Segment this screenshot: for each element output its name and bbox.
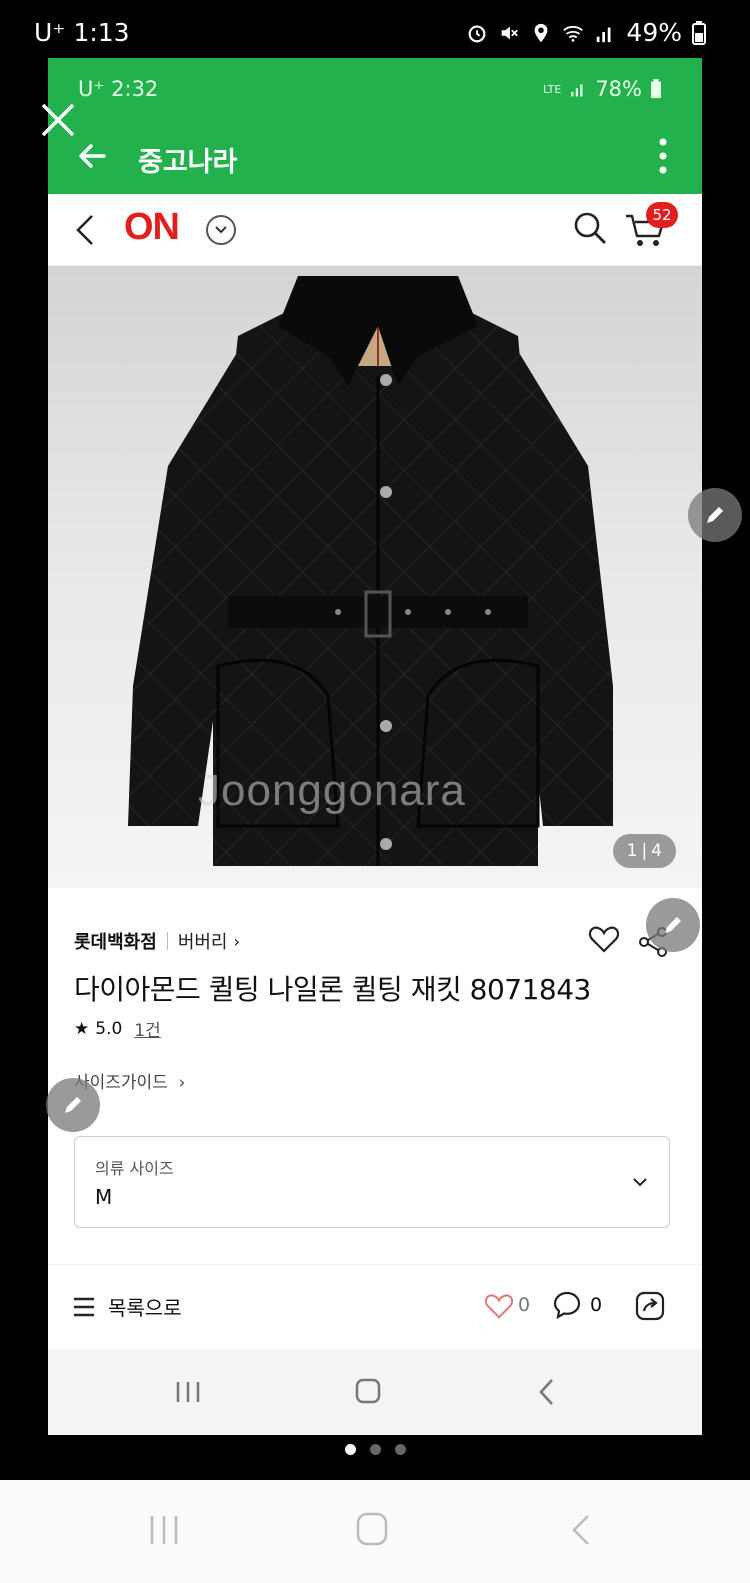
size-select[interactable]: 의류 사이즈 M (74, 1136, 670, 1228)
bottom-action-bar: 목록으로 0 0 (48, 1268, 702, 1350)
search-icon[interactable] (572, 210, 608, 246)
menu-icon[interactable] (72, 1296, 96, 1318)
recent-apps-icon[interactable] (168, 1374, 208, 1410)
edit-fab-button[interactable] (46, 1078, 100, 1132)
pencil-icon (65, 1097, 81, 1113)
brand-divider (166, 932, 168, 950)
like-heart-icon[interactable] (484, 1292, 514, 1320)
edit-fab-button[interactable] (688, 488, 742, 542)
image-counter-separator: | (641, 841, 648, 861)
signal-icon (571, 84, 583, 97)
mute-icon (502, 26, 519, 39)
inner-nav-bar (48, 1350, 702, 1435)
location-icon (535, 23, 548, 42)
product-title: 다이아몬드 퀼팅 나일론 퀼팅 재킷 8071843 (74, 973, 591, 1006)
brand-link[interactable]: 버버리 (178, 928, 228, 954)
store-name[interactable]: 롯데백화점 (74, 928, 157, 954)
outer-status-bar: U⁺ 1:13 49% (0, 0, 750, 58)
image-counter: 1 | 4 (612, 834, 676, 868)
more-vert-icon[interactable] (658, 136, 668, 176)
app-bar: 중고나라 (48, 120, 702, 194)
pencil-icon (707, 507, 723, 523)
chevron-down-icon (215, 226, 227, 234)
image-counter-total: 4 (651, 841, 662, 861)
page-dot[interactable] (369, 1443, 381, 1455)
outer-nav-bar (0, 1480, 750, 1583)
rating-row: ★ 5.0 1건 (74, 1016, 161, 1042)
page-dot[interactable] (394, 1443, 406, 1455)
lte-label: LTE (543, 82, 562, 96)
watermark-text: Joonggonara (198, 766, 466, 815)
outer-status-icons: 49% (466, 18, 706, 47)
pencil-icon (665, 917, 681, 933)
share-arrow-icon[interactable] (634, 1290, 666, 1322)
back-to-list-button[interactable]: 목록으로 (108, 1292, 182, 1321)
back-icon[interactable] (528, 1374, 568, 1410)
divider (48, 1264, 702, 1265)
wifi-icon (563, 25, 584, 42)
edit-fab-button[interactable] (646, 898, 700, 952)
back-arrow-icon[interactable] (74, 138, 110, 174)
inner-battery-text: 78% (595, 77, 642, 101)
on-header: ON 52 (48, 194, 702, 266)
chevron-right-icon: › (173, 1073, 186, 1093)
page-indicator (0, 1436, 750, 1462)
outer-battery-text: 49% (626, 18, 682, 47)
home-icon[interactable] (348, 1374, 388, 1410)
size-select-label: 의류 사이즈 (95, 1159, 174, 1178)
inner-screenshot: U⁺ 2:32 LTE 78% 중고나라 ON 52 Joonggonara 1… (48, 58, 702, 1435)
comment-count: 0 (590, 1294, 603, 1316)
review-count[interactable]: 1건 (134, 1016, 160, 1041)
cart-badge: 52 (646, 202, 678, 228)
close-icon[interactable] (38, 100, 78, 140)
star-icon: ★ (74, 1018, 90, 1039)
alarm-icon (468, 24, 486, 42)
brand-row: 롯데백화점 버버리 › (74, 928, 240, 954)
battery-icon (692, 20, 706, 45)
recent-apps-icon[interactable] (142, 1510, 186, 1550)
image-counter-current: 1 (626, 841, 638, 861)
logo-dropdown[interactable] (206, 215, 236, 245)
battery-icon (651, 79, 661, 99)
chevron-left-icon[interactable] (72, 212, 96, 248)
home-icon[interactable] (350, 1510, 394, 1550)
inner-status-icons: LTE 78% (543, 77, 662, 101)
size-select-value: M (95, 1185, 113, 1209)
chevron-down-icon (633, 1178, 647, 1187)
product-image[interactable]: Joonggonara 1 | 4 (48, 266, 702, 888)
signal-icon (597, 27, 611, 42)
rating-score: 5.0 (95, 1018, 123, 1039)
chevron-right-icon: › (233, 931, 240, 951)
page-dot-active[interactable] (344, 1443, 356, 1455)
outer-clock: U⁺ 1:13 (34, 18, 130, 47)
on-logo[interactable]: ON (124, 206, 180, 249)
back-icon[interactable] (560, 1510, 604, 1550)
comment-icon[interactable] (552, 1290, 582, 1320)
app-title: 중고나라 (138, 147, 238, 178)
like-count: 0 (518, 1294, 531, 1316)
heart-icon[interactable] (588, 924, 620, 954)
inner-clock: U⁺ 2:32 (78, 77, 159, 101)
inner-status-bar: U⁺ 2:32 LTE 78% (48, 58, 702, 120)
